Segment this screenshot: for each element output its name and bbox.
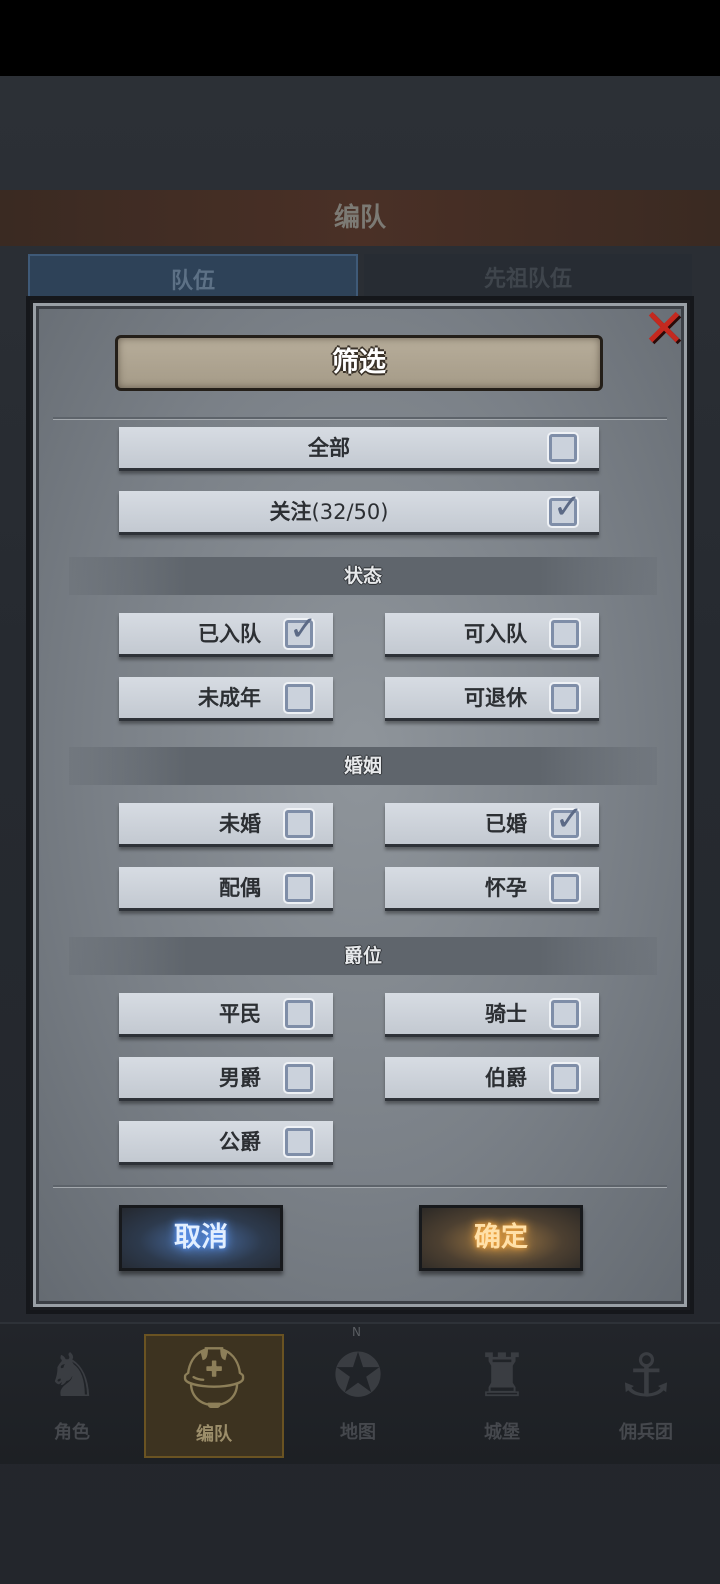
nav-item-label: 编队 (196, 1424, 232, 1445)
filter-option-label: 可退休 (464, 686, 527, 710)
filter-option[interactable]: 已入队 ✓ (119, 609, 333, 657)
tab-team[interactable]: 队伍 (28, 254, 358, 304)
filter-option[interactable]: 已婚 ✓ (385, 799, 599, 847)
filter-option-label: 公爵 (219, 1130, 261, 1154)
filter-option-checkbox[interactable]: ✓ (285, 874, 313, 902)
filter-option-checkbox[interactable]: ✓ (285, 1064, 313, 1092)
filter-follow-row[interactable]: 关注(32/50) ✓ (119, 487, 599, 535)
check-icon: ✓ (289, 609, 318, 649)
compass-icon: ✪ (332, 1341, 384, 1411)
section-header-title: 爵位 (69, 937, 657, 975)
filter-option-label: 已婚 (485, 812, 527, 836)
filter-option[interactable]: 可退休 ✓ (385, 677, 599, 721)
divider (53, 1185, 667, 1187)
filter-follow-checkbox[interactable]: ✓ (549, 487, 582, 527)
nav-item-map[interactable]: ✪ 地图 (288, 1334, 428, 1458)
filter-option[interactable]: 平民 ✓ (119, 993, 333, 1037)
filter-option[interactable]: 公爵 ✓ (119, 1121, 333, 1165)
filter-option[interactable]: 未婚 ✓ (119, 803, 333, 847)
filter-option-label: 未成年 (198, 686, 261, 710)
nav-item-label: 佣兵团 (619, 1422, 673, 1443)
team-tabs: 队伍 先祖队伍 (28, 254, 692, 304)
filter-option-label: 可入队 (464, 622, 527, 646)
filter-all-checkbox[interactable]: ✓ (549, 434, 577, 462)
filter-option-label: 骑士 (485, 1002, 527, 1026)
status-bar (0, 0, 720, 76)
ship-icon: ⚓ (619, 1341, 673, 1411)
filter-option-checkbox[interactable]: ✓ (551, 1064, 579, 1092)
filter-option-checkbox[interactable]: ✓ (285, 810, 313, 838)
nav-item-castle[interactable]: ♜ 城堡 (432, 1334, 572, 1458)
filter-option[interactable]: 伯爵 ✓ (385, 1057, 599, 1101)
filter-option-label: 男爵 (219, 1066, 261, 1090)
page-title: 编队 (0, 190, 720, 246)
filter-option-label: 配偶 (219, 876, 261, 900)
filter-option[interactable]: 骑士 ✓ (385, 993, 599, 1037)
filter-option-checkbox[interactable]: ✓ (551, 874, 579, 902)
filter-option-label: 平民 (219, 1002, 261, 1026)
check-icon: ✓ (553, 487, 582, 527)
filter-option[interactable]: 未成年 ✓ (119, 677, 333, 721)
nav-item-character[interactable]: ♞ 角色 (2, 1334, 142, 1458)
helmet-icon: ⛑ (175, 1343, 253, 1413)
section-header-status: 状态 (69, 557, 657, 595)
knight-icon: ♞ (45, 1341, 99, 1411)
castle-icon: ♜ (475, 1341, 529, 1411)
tab-ancestor-team[interactable]: 先祖队伍 (364, 254, 692, 304)
filter-option-checkbox[interactable]: ✓ (551, 620, 579, 648)
cancel-button[interactable]: 取消 (119, 1205, 283, 1271)
filter-option-label: 伯爵 (485, 1066, 527, 1090)
nav-item-label: 角色 (54, 1422, 90, 1443)
nav-item-label: 地图 (340, 1422, 376, 1443)
filter-option-checkbox[interactable]: ✓ (285, 609, 318, 649)
filter-option[interactable]: 怀孕 ✓ (385, 867, 599, 911)
close-icon: ✕ (642, 299, 686, 359)
filter-option-label: 未婚 (219, 812, 261, 836)
filter-option-checkbox[interactable]: ✓ (285, 1128, 313, 1156)
filter-follow-label: 关注(32/50) (269, 500, 389, 524)
nav-item-mercenary[interactable]: ⚓ 佣兵团 (576, 1334, 716, 1458)
nav-item-label: 城堡 (484, 1422, 520, 1443)
close-button[interactable]: ✕ (637, 303, 691, 357)
filter-dialog: 筛选 ✕ 全部 ✓ 关注(32/50) ✓ 状态 已入队 ✓ 可入队 ✓ 未成年… (30, 300, 690, 1310)
divider (53, 417, 667, 419)
filter-all-row[interactable]: 全部 ✓ (119, 427, 599, 471)
filter-option-label: 已入队 (198, 622, 261, 646)
filter-option-checkbox[interactable]: ✓ (285, 1000, 313, 1028)
filter-option[interactable]: 配偶 ✓ (119, 867, 333, 911)
filter-option[interactable]: 可入队 ✓ (385, 613, 599, 657)
section-header-marriage: 婚姻 (69, 747, 657, 785)
confirm-button[interactable]: 确定 (419, 1205, 583, 1271)
check-icon: ✓ (555, 799, 584, 839)
nav-item-formation[interactable]: ⛑ 编队 (144, 1334, 284, 1458)
filter-option-label: 怀孕 (485, 876, 527, 900)
filter-option-checkbox[interactable]: ✓ (551, 799, 584, 839)
filter-option-checkbox[interactable]: ✓ (551, 1000, 579, 1028)
filter-option[interactable]: 男爵 ✓ (119, 1057, 333, 1101)
dialog-title-banner: 筛选 (115, 335, 603, 391)
filter-all-label: 全部 (308, 436, 350, 460)
filter-option-checkbox[interactable]: ✓ (285, 684, 313, 712)
follow-count: (32/50) (311, 500, 389, 524)
filter-option-checkbox[interactable]: ✓ (551, 684, 579, 712)
dialog-title: 筛选 (332, 347, 386, 378)
